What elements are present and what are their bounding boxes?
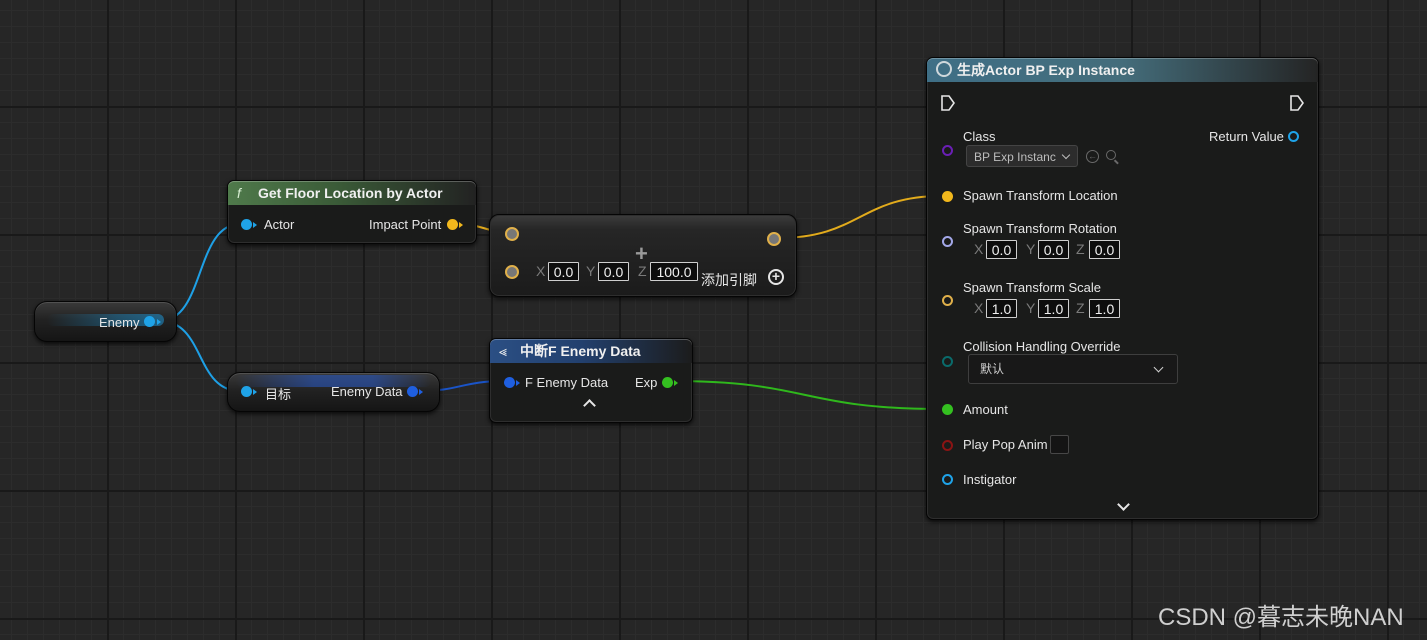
rotation-z-field[interactable]: 0.0	[1089, 240, 1120, 259]
actor-input-label: Actor	[264, 217, 295, 232]
impact-point-output-pin[interactable]	[447, 219, 458, 230]
watermark: CSDN @暮志未晚NAN	[1158, 604, 1404, 631]
play-pop-anim-input-pin[interactable]	[942, 440, 953, 451]
return-value-output-pin[interactable]	[1288, 131, 1299, 142]
rotation-x-field[interactable]: 0.0	[986, 240, 1017, 259]
spawn-actor-node[interactable]: 生成Actor BP Exp Instance Class BP Exp Ins…	[926, 57, 1319, 520]
collapse-chevron-up-icon[interactable]	[583, 399, 596, 412]
add-pin-label[interactable]: 添加引脚	[701, 270, 757, 290]
instigator-label: Instigator	[963, 472, 1017, 487]
spawn-scale-input-pin[interactable]	[942, 295, 953, 306]
rotation-y-field[interactable]: 0.0	[1038, 240, 1069, 259]
get-floor-location-node[interactable]: f Get Floor Location by Actor Actor Impa…	[227, 180, 477, 244]
get-floor-location-title: Get Floor Location by Actor	[258, 185, 443, 201]
vector-add-node[interactable]: + X 0.0 Y 0.0 Z 100.0 添加引脚 +	[489, 214, 797, 297]
enemy-output-pin[interactable]	[144, 316, 155, 327]
rotation-z-axis-label: Z	[1076, 241, 1085, 257]
class-label: Class	[963, 129, 996, 144]
target-input-label: 目标	[265, 387, 292, 402]
add-input-a-pin[interactable]	[505, 227, 519, 241]
expand-chevron-down-icon[interactable]	[1117, 498, 1130, 511]
break-enemy-data-title: 中断F Enemy Data	[520, 343, 641, 359]
enemy-data-output-arrow-icon	[419, 389, 423, 395]
collision-select[interactable]: 默认	[968, 354, 1178, 384]
f-enemy-data-input-label: F Enemy Data	[525, 375, 609, 390]
add-z-axis-label: Z	[638, 263, 647, 279]
f-enemy-data-input-pin[interactable]	[504, 377, 515, 388]
break-enemy-data-node[interactable]: ⪡ 中断F Enemy Data F Enemy Data Exp	[489, 338, 693, 423]
rotation-x-axis-label: X	[974, 241, 984, 257]
target-input-pin[interactable]	[241, 386, 252, 397]
exp-output-label: Exp	[635, 375, 658, 390]
get-floor-location-header[interactable]: f Get Floor Location by Actor	[228, 181, 476, 205]
enemy-variable-node[interactable]: Enemy	[34, 301, 177, 342]
amount-input-pin[interactable]	[942, 404, 953, 415]
enemy-output-arrow-icon	[157, 319, 161, 325]
spawn-actor-header[interactable]: 生成Actor BP Exp Instance	[927, 58, 1318, 82]
break-struct-icon: ⪡	[499, 343, 507, 359]
add-x-value-field[interactable]: 0.0	[548, 262, 579, 281]
amount-label: Amount	[963, 402, 1008, 417]
exec-output-pin[interactable]	[1290, 95, 1304, 111]
add-output-pin[interactable]	[767, 232, 781, 246]
instigator-input-pin[interactable]	[942, 474, 953, 485]
scale-y-field[interactable]: 1.0	[1038, 299, 1069, 318]
actor-input-pin[interactable]	[241, 219, 252, 230]
scale-x-field[interactable]: 1.0	[986, 299, 1017, 318]
class-select[interactable]: BP Exp Instanc	[966, 145, 1078, 167]
chevron-down-icon	[1061, 150, 1071, 160]
collision-label: Collision Handling Override	[963, 339, 1121, 354]
wire-add-to-spawn-location[interactable]	[777, 195, 943, 239]
spawn-actor-title: 生成Actor BP Exp Instance	[957, 62, 1135, 78]
scale-x-axis-label: X	[974, 300, 984, 316]
enemy-data-output-pin[interactable]	[407, 386, 418, 397]
spawn-actor-icon	[936, 61, 952, 77]
exec-input-pin[interactable]	[941, 95, 955, 111]
class-select-value: BP Exp Instanc	[974, 150, 1056, 164]
spawn-location-label: Spawn Transform Location	[963, 188, 1118, 203]
actor-input-arrow-icon	[253, 222, 257, 228]
play-pop-anim-label: Play Pop Anim	[963, 437, 1048, 452]
scale-z-field[interactable]: 1.0	[1089, 299, 1120, 318]
spawn-scale-label: Spawn Transform Scale	[963, 280, 1102, 295]
use-selected-asset-icon[interactable]: ←	[1086, 150, 1099, 163]
f-enemy-data-input-arrow-icon	[516, 380, 520, 386]
add-pin-plus-icon[interactable]: +	[768, 269, 784, 285]
add-x-axis-label: X	[536, 263, 546, 279]
enemy-variable-label: Enemy	[99, 315, 140, 330]
play-pop-anim-checkbox[interactable]	[1050, 435, 1069, 454]
add-y-axis-label: Y	[586, 263, 596, 279]
spawn-rotation-label: Spawn Transform Rotation	[963, 221, 1117, 236]
exp-output-arrow-icon	[674, 380, 678, 386]
return-value-label: Return Value	[1209, 129, 1284, 144]
function-icon: f	[237, 185, 241, 201]
add-operator-icon: +	[635, 241, 648, 266]
add-z-value-field[interactable]: 100.0	[650, 262, 698, 281]
collision-select-value: 默认	[980, 362, 1005, 376]
spawn-rotation-input-pin[interactable]	[942, 236, 953, 247]
scale-y-axis-label: Y	[1026, 300, 1036, 316]
chevron-down-icon	[1153, 362, 1164, 373]
collision-input-pin[interactable]	[942, 356, 953, 367]
exp-output-pin[interactable]	[662, 377, 673, 388]
target-input-arrow-icon	[253, 389, 257, 395]
get-enemy-data-node[interactable]: 目标 Enemy Data	[227, 372, 440, 412]
scale-z-axis-label: Z	[1076, 300, 1085, 316]
enemy-data-output-label: Enemy Data	[331, 384, 403, 399]
impact-point-arrow-icon	[459, 222, 463, 228]
browse-search-icon-handle	[1114, 159, 1119, 165]
spawn-location-input-pin[interactable]	[942, 191, 953, 202]
break-enemy-data-header[interactable]: ⪡ 中断F Enemy Data	[490, 339, 692, 363]
impact-point-label: Impact Point	[369, 217, 442, 232]
add-input-b-pin[interactable]	[505, 265, 519, 279]
wire-exp-to-amount[interactable]	[671, 380, 943, 410]
add-y-value-field[interactable]: 0.0	[598, 262, 629, 281]
rotation-y-axis-label: Y	[1026, 241, 1036, 257]
class-input-pin[interactable]	[942, 145, 953, 156]
